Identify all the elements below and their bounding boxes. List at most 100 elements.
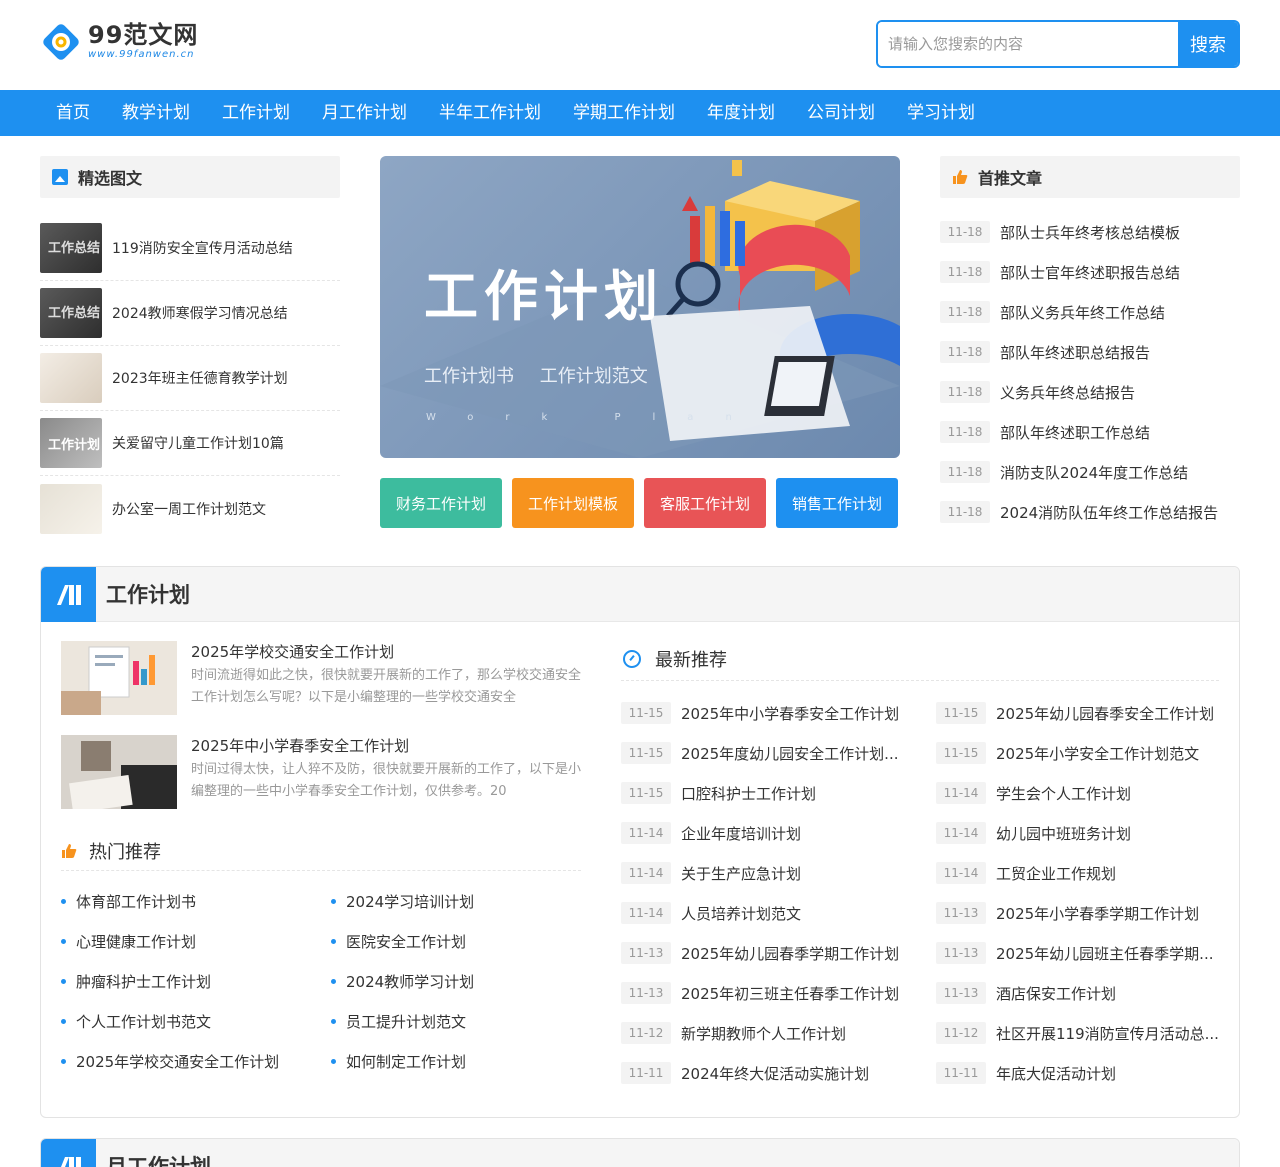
- quick-link-plan-template[interactable]: 工作计划模板: [512, 478, 634, 528]
- hot-item-title[interactable]: 如何制定工作计划: [346, 1051, 466, 1072]
- list-item[interactable]: 11-18 2024消防队伍年终工作总结报告: [940, 492, 1240, 532]
- list-item[interactable]: 11-14 学生会个人工作计划: [936, 773, 1221, 813]
- item-title[interactable]: 口腔科护士工作计划: [681, 783, 816, 804]
- item-title[interactable]: 义务兵年终总结报告: [1000, 382, 1135, 403]
- nav-item-home[interactable]: 首页: [40, 90, 106, 136]
- list-item[interactable]: 11-15 2025年中小学春季安全工作计划: [621, 693, 936, 733]
- item-title[interactable]: 人员培养计划范文: [681, 903, 801, 924]
- item-title[interactable]: 2024消防队伍年终工作总结报告: [1000, 502, 1218, 523]
- list-item[interactable]: 11-18 部队义务兵年终工作总结: [940, 292, 1240, 332]
- item-title[interactable]: 2025年初三班主任春季工作计划: [681, 983, 899, 1004]
- article-thumbnail[interactable]: [61, 735, 177, 809]
- item-title[interactable]: 2024年终大促活动实施计划: [681, 1063, 869, 1084]
- quick-link-customer-service-plan[interactable]: 客服工作计划: [644, 478, 766, 528]
- nav-item-semester-plan[interactable]: 学期工作计划: [557, 90, 691, 136]
- quick-link-finance-plan[interactable]: 财务工作计划: [380, 478, 502, 528]
- hot-item-title[interactable]: 员工提升计划范文: [346, 1011, 466, 1032]
- featured-item[interactable]: 工作总结 2024教师寒假学习情况总结: [40, 281, 340, 346]
- list-item[interactable]: 11-14 关于生产应急计划: [621, 853, 936, 893]
- list-item[interactable]: 11-15 2025年小学安全工作计划范文: [936, 733, 1221, 773]
- featured-item-title[interactable]: 2023年班主任德育教学计划: [112, 368, 288, 388]
- quick-link-sales-plan[interactable]: 销售工作计划: [776, 478, 898, 528]
- list-item[interactable]: 11-15 2025年度幼儿园安全工作计划...: [621, 733, 936, 773]
- list-item[interactable]: 11-12 社区开展119消防宣传月活动总...: [936, 1013, 1221, 1053]
- nav-item-company-plan[interactable]: 公司计划: [791, 90, 891, 136]
- item-title[interactable]: 酒店保安工作计划: [996, 983, 1116, 1004]
- list-item[interactable]: 11-15 口腔科护士工作计划: [621, 773, 936, 813]
- list-item[interactable]: 11-14 人员培养计划范文: [621, 893, 936, 933]
- site-logo[interactable]: 99范文网 www.99fanwen.cn: [40, 18, 210, 66]
- item-title[interactable]: 2025年幼儿园春季安全工作计划: [996, 703, 1214, 724]
- hot-item[interactable]: 2024教师学习计划: [331, 961, 581, 1001]
- item-title[interactable]: 2025年度幼儿园安全工作计划...: [681, 743, 898, 764]
- featured-thumbnail[interactable]: [40, 483, 102, 534]
- featured-item-title[interactable]: 关爱留守儿童工作计划10篇: [112, 433, 284, 453]
- search-button[interactable]: 搜索: [1178, 22, 1238, 66]
- list-item[interactable]: 11-13 2025年初三班主任春季工作计划: [621, 973, 936, 1013]
- featured-thumbnail[interactable]: 工作总结: [40, 288, 102, 338]
- hot-item[interactable]: 2025年学校交通安全工作计划: [61, 1041, 331, 1081]
- item-title[interactable]: 消防支队2024年度工作总结: [1000, 462, 1188, 483]
- featured-item[interactable]: 2023年班主任德育教学计划: [40, 346, 340, 411]
- list-item[interactable]: 11-11 年底大促活动计划: [936, 1053, 1221, 1093]
- item-title[interactable]: 部队士官年终述职报告总结: [1000, 262, 1180, 283]
- article-item[interactable]: 2025年中小学春季安全工作计划 时间过得太快，让人猝不及防，很快就要开展新的工…: [61, 735, 581, 811]
- item-title[interactable]: 2025年中小学春季安全工作计划: [681, 703, 899, 724]
- item-title[interactable]: 关于生产应急计划: [681, 863, 801, 884]
- list-item[interactable]: 11-18 部队年终述职工作总结: [940, 412, 1240, 452]
- featured-item[interactable]: 工作计划 关爱留守儿童工作计划10篇: [40, 411, 340, 476]
- item-title[interactable]: 2025年小学安全工作计划范文: [996, 743, 1199, 764]
- list-item[interactable]: 11-13 酒店保安工作计划: [936, 973, 1221, 1013]
- item-title[interactable]: 2025年小学春季学期工作计划: [996, 903, 1199, 924]
- hot-item-title[interactable]: 2024教师学习计划: [346, 971, 474, 992]
- nav-item-half-year-plan[interactable]: 半年工作计划: [423, 90, 557, 136]
- featured-item[interactable]: 工作总结 119消防安全宣传月活动总结: [40, 216, 340, 281]
- featured-item[interactable]: 办公室一周工作计划范文: [40, 476, 340, 541]
- featured-item-title[interactable]: 119消防安全宣传月活动总结: [112, 238, 293, 258]
- list-item[interactable]: 11-12 新学期教师个人工作计划: [621, 1013, 936, 1053]
- article-item[interactable]: 2025年学校交通安全工作计划 时间流逝得如此之快，很快就要开展新的工作了，那么…: [61, 641, 581, 717]
- item-title[interactable]: 部队年终述职工作总结: [1000, 422, 1150, 443]
- hot-item-title[interactable]: 体育部工作计划书: [76, 891, 196, 912]
- hot-item-title[interactable]: 2024学习培训计划: [346, 891, 474, 912]
- list-item[interactable]: 11-14 幼儿园中班班务计划: [936, 813, 1221, 853]
- list-item[interactable]: 11-18 部队年终述职总结报告: [940, 332, 1240, 372]
- article-title[interactable]: 2025年学校交通安全工作计划: [191, 641, 583, 663]
- search-input[interactable]: [878, 22, 1178, 66]
- list-item[interactable]: 11-15 2025年幼儿园春季安全工作计划: [936, 693, 1221, 733]
- featured-item-title[interactable]: 办公室一周工作计划范文: [112, 499, 266, 519]
- nav-item-work-plan[interactable]: 工作计划: [206, 90, 306, 136]
- item-title[interactable]: 2025年幼儿园班主任春季学期...: [996, 943, 1213, 964]
- hot-item[interactable]: 个人工作计划书范文: [61, 1001, 331, 1041]
- list-item[interactable]: 11-18 消防支队2024年度工作总结: [940, 452, 1240, 492]
- item-title[interactable]: 学生会个人工作计划: [996, 783, 1131, 804]
- nav-item-monthly-plan[interactable]: 月工作计划: [306, 90, 423, 136]
- item-title[interactable]: 2025年幼儿园春季学期工作计划: [681, 943, 899, 964]
- hot-item[interactable]: 医院安全工作计划: [331, 921, 581, 961]
- hot-item[interactable]: 员工提升计划范文: [331, 1001, 581, 1041]
- hot-item-title[interactable]: 个人工作计划书范文: [76, 1011, 211, 1032]
- article-thumbnail[interactable]: [61, 641, 177, 715]
- item-title[interactable]: 企业年度培训计划: [681, 823, 801, 844]
- hot-item[interactable]: 肿瘤科护士工作计划: [61, 961, 331, 1001]
- featured-thumbnail[interactable]: [40, 353, 102, 403]
- item-title[interactable]: 幼儿园中班班务计划: [996, 823, 1131, 844]
- nav-item-teaching-plan[interactable]: 教学计划: [106, 90, 206, 136]
- item-title[interactable]: 年底大促活动计划: [996, 1063, 1116, 1084]
- list-item[interactable]: 11-13 2025年幼儿园春季学期工作计划: [621, 933, 936, 973]
- nav-item-study-plan[interactable]: 学习计划: [891, 90, 991, 136]
- list-item[interactable]: 11-18 义务兵年终总结报告: [940, 372, 1240, 412]
- hot-item-title[interactable]: 2025年学校交通安全工作计划: [76, 1051, 279, 1072]
- hot-item[interactable]: 体育部工作计划书: [61, 881, 331, 921]
- article-title[interactable]: 2025年中小学春季安全工作计划: [191, 735, 583, 757]
- item-title[interactable]: 社区开展119消防宣传月活动总...: [996, 1023, 1219, 1044]
- item-title[interactable]: 部队士兵年终考核总结模板: [1000, 222, 1180, 243]
- hero-banner[interactable]: 工作计划 工作计划书 工作计划范文 Work Plan: [380, 156, 900, 458]
- featured-thumbnail[interactable]: 工作计划: [40, 418, 102, 468]
- hot-item[interactable]: 心理健康工作计划: [61, 921, 331, 961]
- list-item[interactable]: 11-18 部队士官年终述职报告总结: [940, 252, 1240, 292]
- item-title[interactable]: 工贸企业工作规划: [996, 863, 1116, 884]
- item-title[interactable]: 部队年终述职总结报告: [1000, 342, 1150, 363]
- featured-thumbnail[interactable]: 工作总结: [40, 223, 102, 273]
- list-item[interactable]: 11-13 2025年幼儿园班主任春季学期...: [936, 933, 1221, 973]
